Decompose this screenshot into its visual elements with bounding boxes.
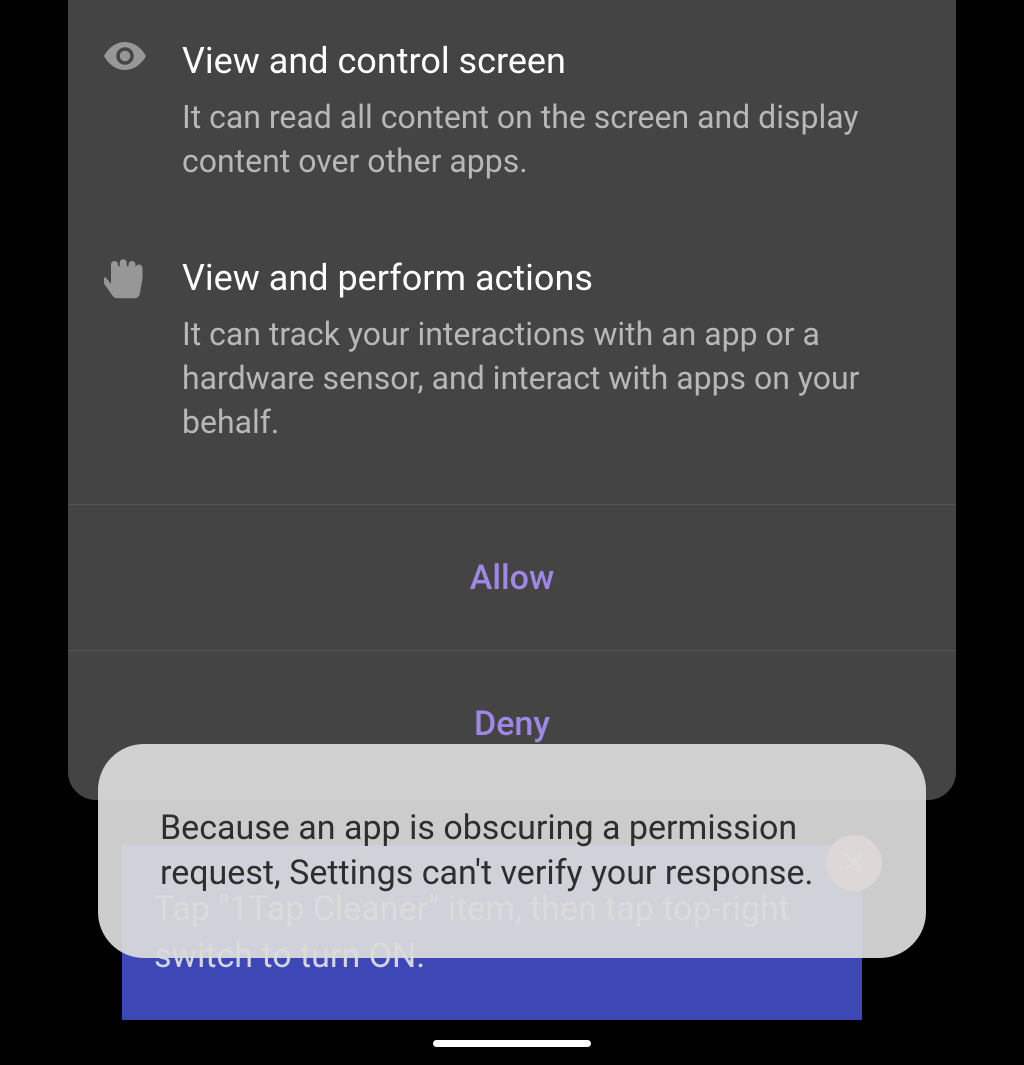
toast-text: Because an app is obscuring a permission… bbox=[160, 806, 864, 896]
navigation-handle[interactable] bbox=[433, 1040, 591, 1047]
permission-description: It can read all content on the screen an… bbox=[182, 95, 920, 183]
allow-button-label: Allow bbox=[470, 558, 554, 598]
permission-text-block: View and control screen It can read all … bbox=[182, 38, 920, 183]
permission-text-block: View and perform actions It can track yo… bbox=[182, 255, 920, 444]
permission-title: View and perform actions bbox=[182, 255, 920, 302]
deny-button-label: Deny bbox=[474, 704, 550, 744]
hand-icon bbox=[104, 255, 146, 444]
toast-message: Because an app is obscuring a permission… bbox=[98, 744, 926, 958]
allow-button[interactable]: Allow bbox=[68, 504, 956, 650]
permission-view-perform-actions: View and perform actions It can track yo… bbox=[68, 215, 956, 504]
eye-icon bbox=[104, 38, 146, 183]
permission-dialog: View and control screen It can read all … bbox=[68, 0, 956, 800]
permission-title: View and control screen bbox=[182, 38, 920, 85]
permission-view-control-screen: View and control screen It can read all … bbox=[68, 0, 956, 215]
permission-description: It can track your interactions with an a… bbox=[182, 312, 920, 444]
